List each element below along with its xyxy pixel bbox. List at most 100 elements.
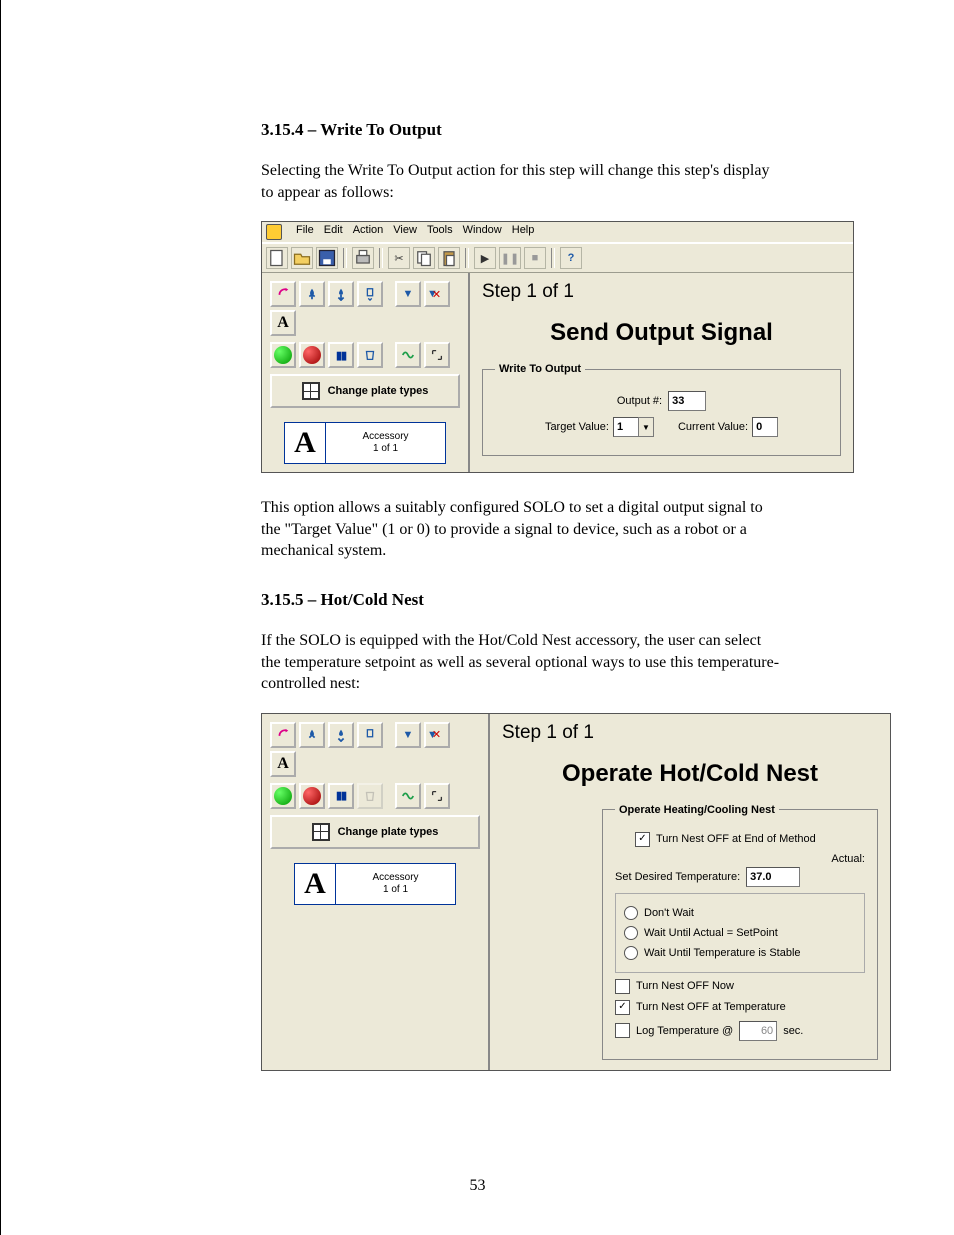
filter-icon[interactable]: ▼ xyxy=(395,722,421,748)
screenshot-hot-cold-nest: ▼ ▼✕ A ▮▮ xyxy=(261,713,891,1071)
loop-end-icon[interactable] xyxy=(299,783,325,809)
bucket-icon[interactable] xyxy=(357,783,383,809)
section1-para2: This option allows a suitably configured… xyxy=(261,497,784,562)
accessory-line2: 1 of 1 xyxy=(383,884,408,895)
wave-icon[interactable] xyxy=(395,342,421,368)
paste-icon[interactable] xyxy=(438,247,460,269)
accessory-step-box[interactable]: A Accessory 1 of 1 xyxy=(294,863,456,905)
drop-down-icon[interactable] xyxy=(328,722,354,748)
play-icon[interactable]: ▶ xyxy=(474,247,496,269)
section1-para1: Selecting the Write To Output action for… xyxy=(261,160,784,203)
menu-tools[interactable]: Tools xyxy=(427,224,453,240)
accessory-step-box[interactable]: A Accessory 1 of 1 xyxy=(284,422,446,464)
spacer xyxy=(453,281,459,307)
stop-icon[interactable]: ■ xyxy=(524,247,546,269)
change-plate-types-label: Change plate types xyxy=(328,385,429,397)
drop-up-icon[interactable] xyxy=(299,722,325,748)
radio-wait-setpoint-label: Wait Until Actual = SetPoint xyxy=(644,927,778,939)
change-plate-types-label: Change plate types xyxy=(338,826,439,838)
turn-off-at-temp-checkbox[interactable]: ✓ xyxy=(615,1000,630,1015)
print-icon[interactable] xyxy=(352,247,374,269)
current-value-field xyxy=(752,417,778,437)
target-value-combo[interactable]: ▼ xyxy=(613,417,654,437)
workspace: ▼ ▼✕ A ▮▮ xyxy=(262,714,890,1070)
set-temp-label: Set Desired Temperature: xyxy=(615,871,740,883)
page-content: 3.15.4 – Write To Output Selecting the W… xyxy=(261,120,784,1071)
toolbar-sep xyxy=(379,248,383,268)
radio-wait-stable[interactable] xyxy=(624,946,638,960)
filter-cancel-icon[interactable]: ▼✕ xyxy=(424,281,450,307)
loop-start-icon[interactable] xyxy=(270,783,296,809)
bucket-icon[interactable] xyxy=(357,342,383,368)
section-heading-write-to-output: 3.15.4 – Write To Output xyxy=(261,120,784,140)
section-heading-hot-cold-nest: 3.15.5 – Hot/Cold Nest xyxy=(261,590,784,610)
turn-off-end-checkbox[interactable]: ✓ xyxy=(635,832,650,847)
menu-help[interactable]: Help xyxy=(512,224,535,240)
accessory-button[interactable]: A xyxy=(270,310,296,336)
right-pane: Step 1 of 1 Send Output Signal Write To … xyxy=(470,273,853,472)
actual-label: Actual: xyxy=(615,853,865,865)
turn-off-now-checkbox[interactable] xyxy=(615,979,630,994)
curved-arrow-icon[interactable] xyxy=(270,722,296,748)
wave-icon[interactable] xyxy=(395,783,421,809)
menu-edit[interactable]: Edit xyxy=(324,224,343,240)
screenshot-write-to-output: File Edit Action View Tools Window Help … xyxy=(261,221,854,473)
pause-icon[interactable]: ❚❚ xyxy=(499,247,521,269)
change-plate-types-button[interactable]: Change plate types xyxy=(270,815,480,849)
loop-end-icon[interactable] xyxy=(299,342,325,368)
copy-icon[interactable] xyxy=(413,247,435,269)
accessory-button[interactable]: A xyxy=(270,751,296,777)
operate-nest-group: Operate Heating/Cooling Nest ✓ Turn Nest… xyxy=(602,804,878,1060)
log-temp-unit: sec. xyxy=(783,1025,803,1037)
accessory-line1: Accessory xyxy=(372,872,418,883)
left-pane: ▼ ▼✕ A ▮▮ xyxy=(262,273,470,472)
change-plate-types-button[interactable]: Change plate types xyxy=(270,374,460,408)
drop-down-icon[interactable] xyxy=(328,281,354,307)
target-value-field[interactable] xyxy=(613,417,638,437)
workspace: ▼ ▼✕ A ▮▮ xyxy=(262,273,853,472)
pause-step-icon[interactable]: ▮▮ xyxy=(328,783,354,809)
expand-icon[interactable] xyxy=(424,783,450,809)
chevron-down-icon[interactable]: ▼ xyxy=(638,417,654,437)
log-temp-checkbox[interactable] xyxy=(615,1023,630,1038)
expand-icon[interactable] xyxy=(424,342,450,368)
right-pane: Step 1 of 1 Operate Hot/Cold Nest Operat… xyxy=(490,714,890,1070)
radio-wait-stable-label: Wait Until Temperature is Stable xyxy=(644,947,801,959)
pause-step-icon[interactable]: ▮▮ xyxy=(328,342,354,368)
menu-window[interactable]: Window xyxy=(463,224,502,240)
step-toolbar-row1: ▼ ▼✕ A xyxy=(270,722,480,777)
menu-bar: File Edit Action View Tools Window Help xyxy=(262,222,853,243)
curved-arrow-icon[interactable] xyxy=(270,281,296,307)
set-temp-field[interactable] xyxy=(746,867,800,887)
cut-icon[interactable]: ✂ xyxy=(388,247,410,269)
menu-file[interactable]: File xyxy=(296,224,314,240)
filter-cancel-icon[interactable]: ▼✕ xyxy=(424,722,450,748)
help-icon[interactable]: ? xyxy=(560,247,582,269)
target-value-label: Target Value: xyxy=(545,421,609,433)
accessory-line1: Accessory xyxy=(362,431,408,442)
toolbar-sep xyxy=(465,248,469,268)
open-file-icon[interactable] xyxy=(291,247,313,269)
spacer xyxy=(386,783,392,809)
new-file-icon[interactable] xyxy=(266,247,288,269)
radio-wait-setpoint[interactable] xyxy=(624,926,638,940)
left-pane: ▼ ▼✕ A ▮▮ xyxy=(262,714,490,1070)
turn-off-at-temp-label: Turn Nest OFF at Temperature xyxy=(636,1001,786,1013)
step-header: Step 1 of 1 xyxy=(502,720,878,750)
dispense-icon[interactable] xyxy=(357,722,383,748)
menu-view[interactable]: View xyxy=(393,224,417,240)
dispense-icon[interactable] xyxy=(357,281,383,307)
write-to-output-group: Write To Output Output #: Target Value: … xyxy=(482,363,841,456)
wait-mode-group: Don't Wait Wait Until Actual = SetPoint … xyxy=(615,893,865,973)
drop-up-icon[interactable] xyxy=(299,281,325,307)
menu-action[interactable]: Action xyxy=(353,224,384,240)
radio-dont-wait[interactable] xyxy=(624,906,638,920)
filter-icon[interactable]: ▼ xyxy=(395,281,421,307)
accessory-label: Accessory 1 of 1 xyxy=(326,427,445,459)
output-number-field[interactable] xyxy=(668,391,706,411)
page-number: 53 xyxy=(1,1177,954,1195)
loop-start-icon[interactable] xyxy=(270,342,296,368)
save-icon[interactable] xyxy=(316,247,338,269)
step-header: Step 1 of 1 xyxy=(482,279,841,309)
step-toolbar-row2: ▮▮ xyxy=(270,342,460,368)
